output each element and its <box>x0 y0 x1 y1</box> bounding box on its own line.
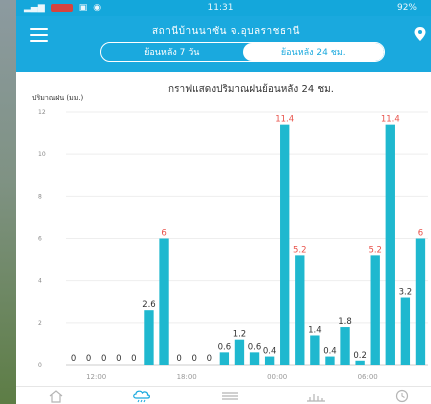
y-tick-label: 6 <box>38 236 42 243</box>
y-tick-label: 4 <box>38 278 42 285</box>
data-label: 0 <box>71 354 76 364</box>
home-icon[interactable] <box>44 389 68 403</box>
x-tick-label: 06:00 <box>358 373 378 381</box>
bar <box>280 124 290 366</box>
data-label: 0 <box>101 354 106 364</box>
y-tick-label: 8 <box>38 193 42 200</box>
bar <box>370 255 380 365</box>
x-tick-label: 00:00 <box>267 373 287 381</box>
bar <box>415 238 426 365</box>
data-label: 5.2 <box>368 245 382 255</box>
phone-screen: ▂▄▆ ▣ ◉ 11:31 92% สถานีบ้านนาซัน จ.อุบลร… <box>16 0 431 404</box>
data-label: 0 <box>191 354 196 364</box>
y-tick-label: 0 <box>38 362 42 369</box>
data-label: 0 <box>207 354 212 364</box>
data-label: 3.2 <box>399 288 413 298</box>
y-tick-label: 10 <box>38 151 46 158</box>
bar <box>144 310 154 365</box>
data-label: 0.2 <box>353 351 367 361</box>
data-label: 0 <box>176 354 181 364</box>
list-icon[interactable] <box>218 389 242 403</box>
data-label: 1.2 <box>233 330 247 340</box>
data-label: 6 <box>418 229 423 239</box>
rainfall-chart: 0246810120 0 0 0 02.660 0 00.61.20.6 0.411.45.2… <box>38 109 428 381</box>
bar <box>400 297 411 365</box>
data-label: 0 <box>131 354 136 364</box>
y-tick-label: 12 <box>38 109 46 116</box>
data-label: 0 <box>86 354 91 364</box>
rain-cloud-icon[interactable] <box>130 389 154 403</box>
bar <box>159 238 169 365</box>
bar <box>355 360 365 365</box>
data-label: 0.6 <box>248 342 262 352</box>
data-label: 11.4 <box>381 115 400 125</box>
data-label: 0 <box>116 354 121 364</box>
x-tick-label: 18:00 <box>177 373 197 381</box>
y-tick-label: 2 <box>38 320 42 327</box>
data-label: 2.6 <box>142 300 156 310</box>
bar <box>264 356 275 365</box>
bar <box>234 339 245 365</box>
bar <box>385 124 395 366</box>
data-label: 6 <box>161 229 166 239</box>
data-label: 0.6 <box>218 342 232 352</box>
bar <box>219 352 230 365</box>
bar <box>249 352 260 365</box>
bar <box>325 356 335 365</box>
water-level-icon[interactable] <box>304 389 328 403</box>
data-label: 0.4 <box>263 347 277 357</box>
data-label: 1.4 <box>308 325 322 335</box>
data-label: 5.2 <box>293 245 307 255</box>
data-label: 0.4 <box>323 347 337 357</box>
data-label: 11.4 <box>275 115 294 125</box>
data-label: 1.8 <box>338 317 352 327</box>
bar <box>295 255 305 365</box>
x-tick-label: 12:00 <box>86 373 106 381</box>
clock-icon[interactable] <box>390 389 414 403</box>
bar <box>340 327 350 365</box>
bottom-nav <box>16 386 431 404</box>
bar <box>310 335 320 365</box>
